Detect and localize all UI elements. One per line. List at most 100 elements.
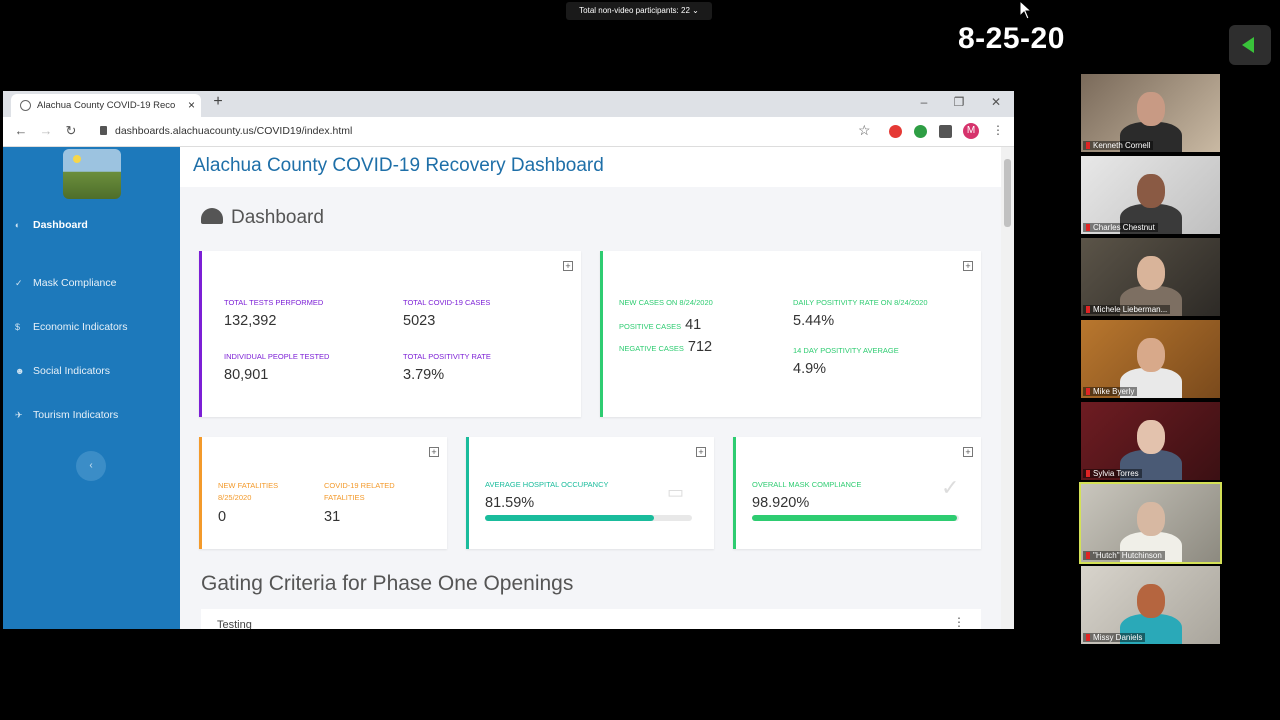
users-icon: ☻ — [15, 366, 25, 376]
puzzle-extensions-icon[interactable] — [939, 125, 952, 138]
total-tests-label: TOTAL TESTS PERFORMED — [224, 298, 324, 307]
county-logo[interactable] — [63, 149, 121, 199]
restore-icon[interactable]: ❐ — [950, 95, 968, 109]
sidebar-collapse-button[interactable]: ‹ — [76, 451, 106, 481]
expand-icon[interactable]: + — [563, 261, 573, 271]
scrollbar-thumb[interactable] — [1004, 159, 1011, 227]
muted-mic-icon — [1086, 224, 1090, 231]
testing-panel[interactable]: Testing ⋮ — [201, 609, 981, 629]
sidebar-item-tourism-indicators[interactable]: ✈ Tourism Indicators — [15, 409, 118, 421]
fatalities-card: + NEW FATALITIES 8/25/2020 0 COVID-19 RE… — [199, 437, 447, 549]
participant-tile[interactable]: Sylvia Torres — [1081, 402, 1220, 480]
participant-name-text: Mike Byerly — [1093, 387, 1135, 396]
muted-mic-icon — [1086, 142, 1090, 149]
gauge-icon: ◐ — [15, 220, 21, 230]
page-title-text: Dashboard — [231, 207, 324, 228]
new-cases-label: NEW CASES ON 8/24/2020 — [619, 298, 713, 307]
minimize-icon[interactable]: – — [915, 95, 933, 109]
participant-name: Sylvia Torres — [1083, 469, 1142, 478]
browser-tab[interactable]: Alachua County COVID-19 Reco × — [11, 94, 201, 117]
positivity-label: TOTAL POSITIVITY RATE — [403, 352, 491, 361]
check-icon: ✓ — [15, 278, 23, 288]
new-fatalities-value: 0 — [218, 509, 227, 525]
gating-criteria-heading: Gating Criteria for Phase One Openings — [201, 572, 574, 595]
web-page: ◐ Dashboard ✓ Mask Compliance $ Economic In… — [3, 147, 1014, 629]
address-bar[interactable]: dashboards.alachuacounty.us/COVID19/inde… — [115, 125, 352, 137]
profile-avatar[interactable]: M — [963, 123, 979, 139]
participant-name-text: "Hutch" Hutchinson — [1093, 551, 1162, 560]
check-extension-icon[interactable] — [914, 125, 927, 138]
hospital-label: AVERAGE HOSPITAL OCCUPANCY — [485, 480, 609, 489]
forward-icon[interactable]: → — [38, 123, 54, 138]
participant-face — [1136, 256, 1165, 290]
participant-tile[interactable]: Mike Byerly — [1081, 320, 1220, 398]
participant-name: Kenneth Cornell — [1083, 141, 1154, 150]
lock-icon — [100, 126, 107, 135]
back-icon[interactable]: ← — [13, 123, 29, 138]
globe-icon — [20, 100, 31, 111]
sidebar-item-label: Economic Indicators — [33, 321, 128, 333]
participant-name: Mike Byerly — [1083, 387, 1138, 396]
browser-toolbar: ← → ↻ dashboards.alachuacounty.us/COVID1… — [3, 117, 1014, 147]
mask-value: 98.920% — [752, 495, 810, 511]
new-tab-button[interactable]: + — [209, 93, 227, 111]
participant-face — [1136, 584, 1165, 618]
daily-rate-value: 5.44% — [793, 313, 835, 329]
close-window-icon[interactable]: ✕ — [987, 95, 1005, 109]
check-icon: ✓ — [941, 475, 960, 500]
collapse-video-panel-button[interactable] — [1229, 25, 1271, 65]
non-video-participants-dropdown[interactable]: Total non-video participants: 22 ⌄ — [566, 2, 712, 20]
participant-tile[interactable]: Kenneth Cornell — [1081, 74, 1220, 152]
positive-cases-value: 41 — [685, 317, 702, 333]
daily-rate-label: DAILY POSITIVITY RATE ON 8/24/2020 — [793, 298, 928, 307]
mask-label: OVERALL MASK COMPLIANCE — [752, 480, 862, 489]
participant-face — [1136, 174, 1165, 208]
site-title: Alachua County COVID-19 Recovery Dashboa… — [193, 155, 604, 176]
participant-name: Charles Chestnut — [1083, 223, 1158, 232]
reload-icon[interactable]: ↻ — [63, 123, 79, 139]
participant-name-text: Sylvia Torres — [1093, 469, 1139, 478]
participant-tile[interactable]: Missy Daniels — [1081, 566, 1220, 644]
kebab-menu-icon[interactable]: ⋮ — [992, 123, 1004, 137]
hospital-occupancy-card: + AVERAGE HOSPITAL OCCUPANCY 81.59% ▭ — [466, 437, 714, 549]
mask-progress-track — [752, 515, 959, 521]
positivity-value: 3.79% — [403, 367, 445, 383]
mask-compliance-card: + OVERALL MASK COMPLIANCE 98.920% ✓ — [733, 437, 981, 549]
participant-name: "Hutch" Hutchinson — [1083, 551, 1165, 560]
sidebar: ◐ Dashboard ✓ Mask Compliance $ Economic In… — [3, 147, 180, 629]
zoom-meeting-screen: Total non-video participants: 22 ⌄ 8-25-… — [0, 0, 1280, 720]
sidebar-item-social-indicators[interactable]: ☻ Social Indicators — [15, 365, 110, 377]
negative-cases-value: 712 — [687, 339, 713, 355]
participant-tile-active-speaker[interactable]: "Hutch" Hutchinson — [1079, 482, 1222, 564]
bookmark-star-icon[interactable]: ☆ — [858, 122, 871, 139]
page-scrollbar[interactable] — [1001, 147, 1014, 629]
participant-face — [1136, 92, 1165, 126]
positive-cases-row: POSITIVE CASES 41 — [619, 317, 701, 333]
participant-name-text: Charles Chestnut — [1093, 223, 1155, 232]
hospital-value: 81.59% — [485, 495, 535, 511]
adblock-extension-icon[interactable] — [889, 125, 902, 138]
avg14-value: 4.9% — [793, 361, 827, 377]
participant-tile[interactable]: Michele Lieberman... — [1081, 238, 1220, 316]
expand-icon[interactable]: + — [963, 261, 973, 271]
close-tab-icon[interactable]: × — [188, 94, 195, 117]
sidebar-item-economic-indicators[interactable]: $ Economic Indicators — [15, 321, 128, 333]
sidebar-item-mask-compliance[interactable]: ✓ Mask Compliance — [15, 277, 116, 289]
related-fatalities-value: 31 — [324, 509, 341, 525]
mouse-cursor-icon — [1019, 0, 1033, 20]
muted-mic-icon — [1086, 552, 1090, 559]
positive-cases-label: POSITIVE CASES — [619, 322, 682, 331]
participant-name-text: Missy Daniels — [1093, 633, 1143, 642]
sidebar-item-label: Tourism Indicators — [33, 409, 119, 421]
participant-name-text: Kenneth Cornell — [1093, 141, 1151, 150]
plane-icon: ✈ — [15, 410, 23, 420]
tab-title: Alachua County COVID-19 Reco — [37, 100, 176, 111]
expand-icon[interactable]: + — [963, 447, 973, 457]
participant-face — [1136, 502, 1165, 536]
kebab-menu-icon[interactable]: ⋮ — [953, 615, 965, 629]
sidebar-item-dashboard[interactable]: ◐ Dashboard — [15, 219, 88, 231]
expand-icon[interactable]: + — [696, 447, 706, 457]
participant-tile[interactable]: Charles Chestnut — [1081, 156, 1220, 234]
expand-icon[interactable]: + — [429, 447, 439, 457]
participant-face — [1136, 420, 1165, 454]
